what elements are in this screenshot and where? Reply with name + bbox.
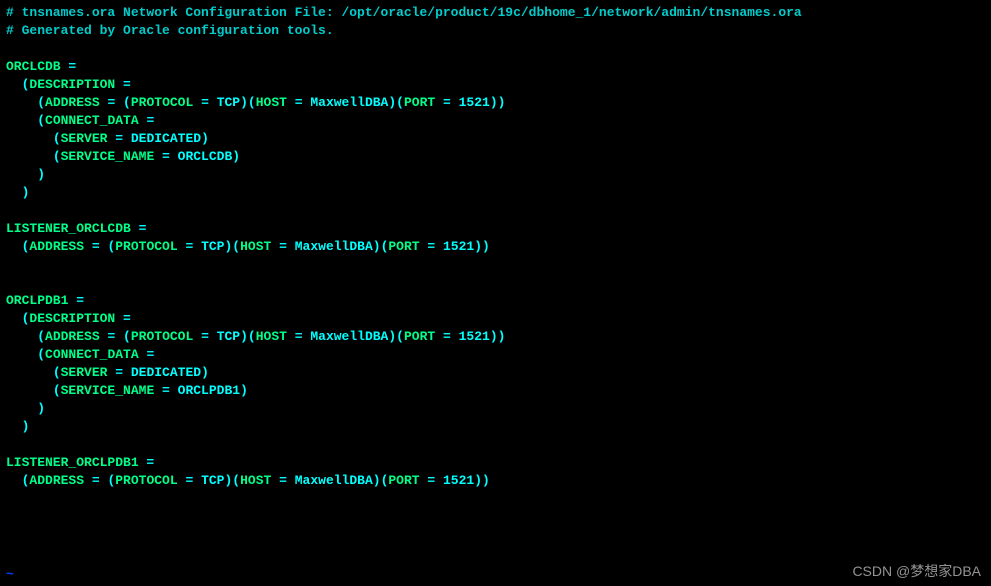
vim-tilde: ~ — [6, 566, 14, 584]
entry-orclpdb1-name: ORCLPDB1 — [6, 293, 68, 308]
entry-listener-orclcdb-name: LISTENER_ORCLCDB — [6, 221, 131, 236]
entry-orclcdb-name: ORCLCDB — [6, 59, 61, 74]
entry-listener-orclpdb1-name: LISTENER_ORCLPDB1 — [6, 455, 139, 470]
comment-line-2: # Generated by Oracle configuration tool… — [6, 23, 334, 38]
watermark: CSDN @梦想家DBA — [852, 562, 981, 580]
comment-line-1: # tnsnames.ora Network Configuration Fil… — [6, 5, 802, 20]
config-file-content: # tnsnames.ora Network Configuration Fil… — [6, 4, 985, 490]
